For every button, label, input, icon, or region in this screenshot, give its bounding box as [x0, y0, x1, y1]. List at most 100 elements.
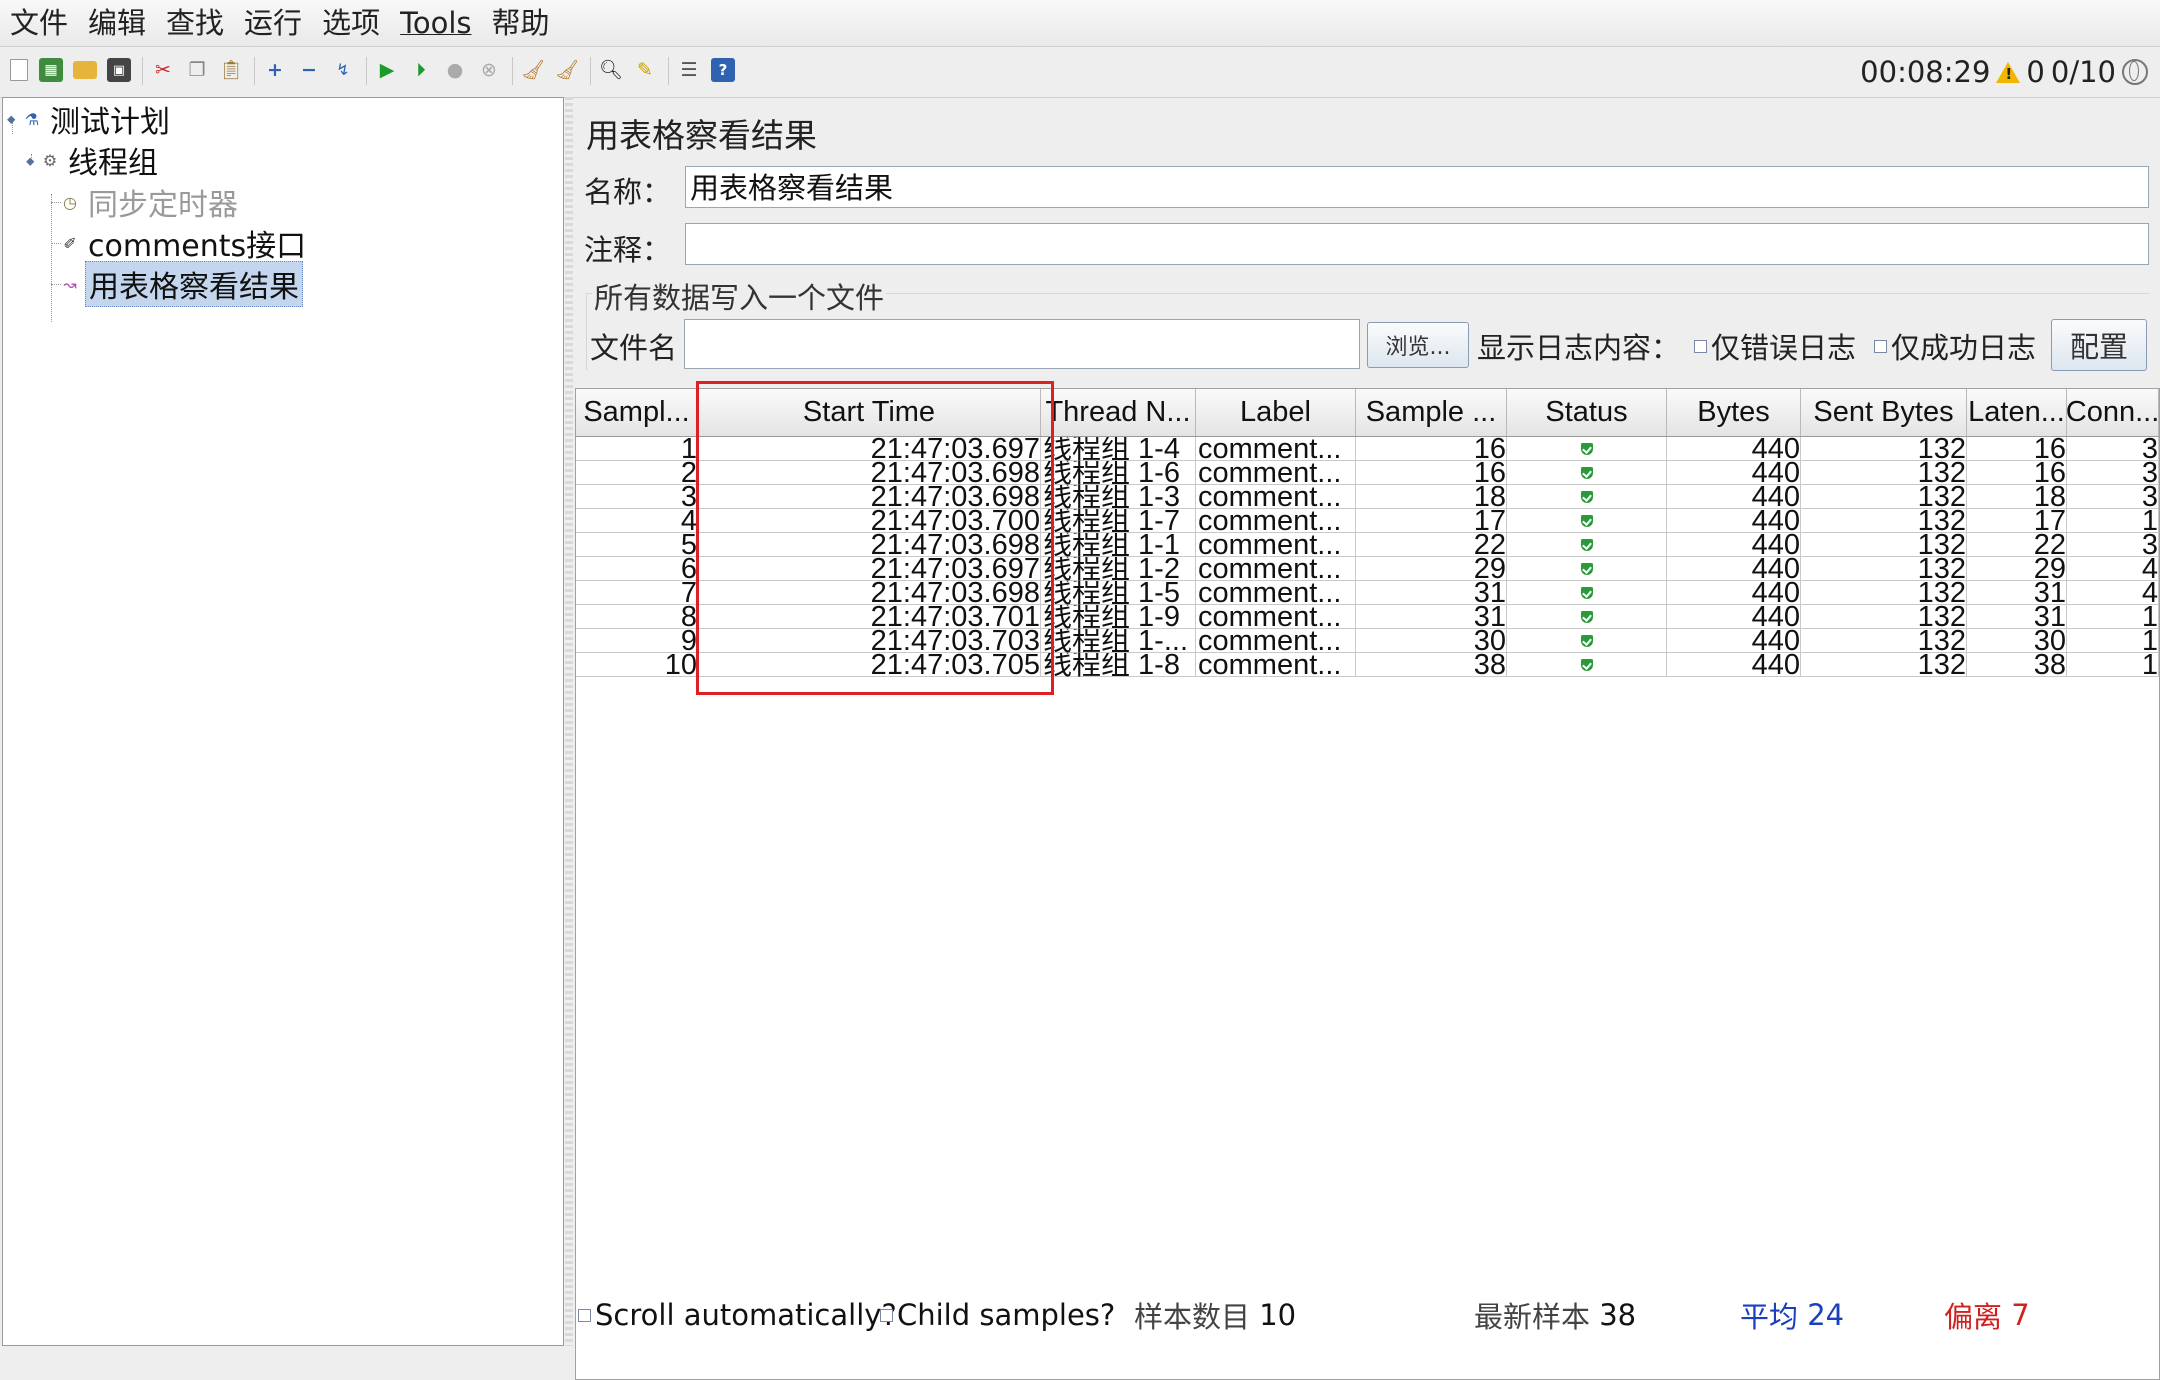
table-cell: 线程组 1-5	[1041, 581, 1196, 605]
stop-icon[interactable]: ●	[440, 54, 470, 86]
menu-tools[interactable]: Tools	[390, 0, 481, 46]
clear-icon[interactable]: 🧹︎	[518, 54, 548, 86]
new-icon[interactable]	[4, 54, 34, 86]
filename-field[interactable]	[684, 319, 1360, 369]
tree-node-sampler[interactable]: ✐ comments接口	[61, 224, 309, 264]
success-only-option[interactable]: 仅成功日志	[1874, 325, 2036, 367]
table-row[interactable]: 3 21:47:03.698 线程组 1-3 comment... 18 440 132 18…	[576, 485, 2159, 509]
paste-icon[interactable]: 📋︎	[216, 54, 246, 86]
menu-file[interactable]: 文件	[0, 0, 78, 46]
table-cell: comment...	[1196, 437, 1356, 461]
column-header[interactable]: Conn...	[2067, 389, 2159, 436]
table-cell: 4	[576, 509, 698, 533]
table-row[interactable]: 8 21:47:03.701 线程组 1-9 comment... 31 440 132 31…	[576, 605, 2159, 629]
table-cell: 132	[1801, 629, 1967, 653]
success-shield-icon	[1580, 635, 1593, 647]
search-icon[interactable]: 🔍︎	[596, 54, 626, 86]
name-field[interactable]: 用表格察看结果	[685, 166, 2149, 208]
clear-all-icon[interactable]: 🧹︎	[552, 54, 582, 86]
tree-node-listener[interactable]: ↝ 用表格察看结果	[61, 261, 303, 307]
expand-icon[interactable]: +	[260, 54, 290, 86]
table-cell: 440	[1667, 533, 1801, 557]
table-cell: 440	[1667, 437, 1801, 461]
table-row[interactable]: 6 21:47:03.697 线程组 1-2 comment... 29 440 132 29…	[576, 557, 2159, 581]
column-header[interactable]: Bytes	[1667, 389, 1801, 436]
copy-icon[interactable]: ❐	[182, 54, 212, 86]
table-row[interactable]: 4 21:47:03.700 线程组 1-7 comment... 17 440 132 17…	[576, 509, 2159, 533]
column-header[interactable]: Sent Bytes	[1801, 389, 1967, 436]
table-cell: 132	[1801, 653, 1967, 677]
menu-run[interactable]: 运行	[234, 0, 312, 46]
shutdown-icon[interactable]: ⊗	[474, 54, 504, 86]
table-cell: 3	[2067, 533, 2159, 557]
warning-icon[interactable]	[1996, 61, 2021, 83]
toggle-icon[interactable]: ↯	[328, 54, 358, 86]
file-group-title: 所有数据写入一个文件	[592, 275, 887, 317]
cut-icon[interactable]: ✂	[148, 54, 178, 86]
start-icon[interactable]: ▶	[372, 54, 402, 86]
start-no-pause-icon[interactable]: ⏵	[406, 54, 436, 86]
menu-help[interactable]: 帮助	[482, 0, 560, 46]
comment-field[interactable]	[685, 223, 2149, 265]
save-icon[interactable]: ▣	[104, 54, 134, 86]
table-row[interactable]: 10 21:47:03.705 线程组 1-8 comment... 38 440 132 3…	[576, 653, 2159, 677]
table-cell: 440	[1667, 629, 1801, 653]
open-icon[interactable]	[70, 54, 100, 86]
success-only-checkbox[interactable]	[1874, 339, 1887, 353]
results-table: Sampl... Start Time Thread N... Label Sample…	[575, 388, 2160, 1380]
errors-only-option[interactable]: 仅错误日志	[1694, 325, 1856, 367]
templates-icon[interactable]: ▦	[36, 54, 66, 86]
latest-sample: 最新样本 38	[1474, 1285, 1636, 1345]
scroll-auto-checkbox[interactable]	[578, 1308, 591, 1322]
menu-edit[interactable]: 编辑	[78, 0, 156, 46]
table-cell: 21:47:03.698	[698, 581, 1041, 605]
reset-search-icon[interactable]: ✎	[630, 54, 660, 86]
table-row[interactable]: 7 21:47:03.698 线程组 1-5 comment... 31 440 132 31…	[576, 581, 2159, 605]
table-cell: 30	[1967, 629, 2067, 653]
column-header[interactable]: Sampl...	[576, 389, 698, 436]
table-cell: 3	[2067, 461, 2159, 485]
column-header[interactable]: Thread N...	[1041, 389, 1196, 436]
table-cell: comment...	[1196, 557, 1356, 581]
menu-options[interactable]: 选项	[312, 0, 390, 46]
menu-bar: 文件 编辑 查找 运行 选项 Tools 帮助	[0, 0, 2160, 47]
function-helper-icon[interactable]: ☰	[674, 54, 704, 86]
warning-count: 0	[2026, 55, 2045, 89]
tree-node-test-plan[interactable]: ⚗ 测试计划	[23, 100, 173, 140]
child-samples-option[interactable]: Child samples?	[880, 1285, 1115, 1345]
log-content-label: 显示日志内容：	[1477, 331, 1681, 365]
table-row[interactable]: 5 21:47:03.698 线程组 1-1 comment... 22 440 132 22…	[576, 533, 2159, 557]
help-icon[interactable]: ?	[708, 54, 738, 86]
remote-icon[interactable]	[2122, 59, 2148, 85]
tree-node-thread-group[interactable]: ⚙ 线程组	[41, 141, 161, 181]
scroll-auto-option[interactable]: Scroll automatically?	[578, 1285, 897, 1345]
deviation-value: 7	[2011, 1298, 2030, 1332]
table-cell: 2	[576, 461, 698, 485]
expand-toggle-icon[interactable]: ⬥	[26, 154, 34, 169]
table-row[interactable]: 1 21:47:03.697 线程组 1-4 comment... 16 440 132 16…	[576, 437, 2159, 461]
column-header[interactable]: Start Time	[698, 389, 1041, 436]
child-samples-checkbox[interactable]	[880, 1308, 893, 1322]
column-header[interactable]: Laten...	[1967, 389, 2067, 436]
menu-search[interactable]: 查找	[156, 0, 234, 46]
table-cell: 440	[1667, 461, 1801, 485]
errors-only-checkbox[interactable]	[1694, 339, 1707, 353]
table-cell: 30	[1356, 629, 1507, 653]
table-cell: 线程组 1-9	[1041, 605, 1196, 629]
column-header[interactable]: Sample ...	[1356, 389, 1507, 436]
status-cell	[1507, 557, 1667, 581]
table-row[interactable]: 2 21:47:03.698 线程组 1-6 comment... 16 440 132 16…	[576, 461, 2159, 485]
timer-icon: ◷	[63, 192, 77, 212]
browse-button[interactable]: 浏览...	[1367, 322, 1469, 368]
table-cell: comment...	[1196, 581, 1356, 605]
panel-splitter[interactable]	[565, 97, 573, 1346]
column-header[interactable]: Label	[1196, 389, 1356, 436]
table-row[interactable]: 9 21:47:03.703 线程组 1-... comment... 30 440 132…	[576, 629, 2159, 653]
expand-toggle-icon[interactable]: ⬥	[7, 112, 15, 127]
configure-button[interactable]: 配置	[2051, 319, 2147, 371]
success-shield-icon	[1580, 491, 1593, 503]
collapse-icon[interactable]: −	[294, 54, 324, 86]
tree-node-timer[interactable]: ◷ 同步定时器	[61, 183, 241, 223]
column-header[interactable]: Status	[1507, 389, 1667, 436]
table-cell: 21:47:03.697	[698, 437, 1041, 461]
